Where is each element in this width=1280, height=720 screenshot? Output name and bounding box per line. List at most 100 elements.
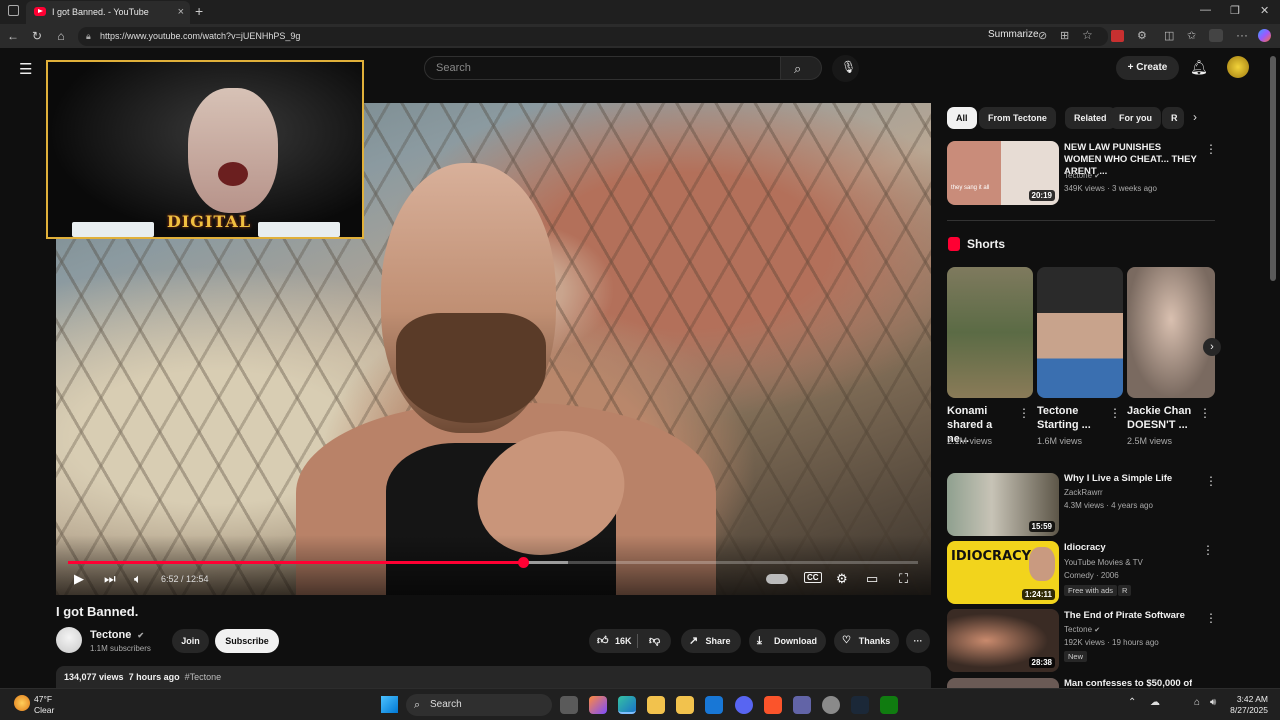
thanks-button[interactable]: ♡ Thanks	[834, 629, 899, 653]
create-button[interactable]: + Create	[1116, 56, 1179, 80]
share-button[interactable]: ↗ Share	[681, 629, 741, 653]
minimize-icon[interactable]: —	[1200, 4, 1211, 16]
weather-icon[interactable]	[14, 695, 30, 711]
search-input[interactable]: Search	[424, 56, 781, 80]
refresh-icon[interactable]: ↻	[29, 28, 45, 44]
short-title-3[interactable]: Jackie Chan DOESN'T ...	[1127, 404, 1199, 432]
store-icon[interactable]	[676, 696, 694, 714]
chip-r[interactable]: R	[1162, 107, 1184, 129]
taskbar-date[interactable]: 8/27/2025	[1222, 705, 1268, 715]
file-explorer-icon[interactable]	[647, 696, 665, 714]
short-menu-icon[interactable]: ⋮	[1109, 406, 1121, 420]
short-thumbnail-1[interactable]	[947, 267, 1033, 398]
rec-title-2[interactable]: Idiocracy	[1064, 542, 1106, 554]
home-icon[interactable]: ⌂	[53, 28, 69, 44]
rec-title-4[interactable]: Man confesses to $50,000 of	[1064, 678, 1192, 688]
item-menu-icon[interactable]: ⋮	[1202, 543, 1214, 557]
search-button[interactable]: ⌕	[781, 56, 822, 80]
favorites-icon[interactable]: ✩	[1187, 29, 1196, 42]
chip-all[interactable]: All	[947, 107, 977, 129]
channel-name[interactable]: Tectone ✔	[90, 629, 144, 641]
copilot-app-icon[interactable]	[589, 696, 607, 714]
short-thumbnail-3[interactable]	[1127, 267, 1215, 398]
fullscreen-icon[interactable]: ⛶	[899, 571, 908, 587]
teams-icon[interactable]	[793, 696, 811, 714]
rec-channel-3[interactable]: Tectone ✔	[1064, 625, 1100, 634]
theater-mode-icon[interactable]: ▭	[866, 571, 878, 587]
network-icon[interactable]: ⌂	[1194, 697, 1200, 708]
extensions-icon[interactable]: ⚙	[1137, 29, 1147, 42]
like-icon[interactable]: 👍︎	[597, 629, 609, 653]
extension-icon[interactable]	[1111, 30, 1124, 42]
discord-icon[interactable]	[735, 696, 753, 714]
rec-title-1[interactable]: Why I Live a Simple Life	[1064, 473, 1172, 485]
weather-temp[interactable]: 47°F	[34, 694, 52, 704]
short-thumbnail-2[interactable]	[1037, 267, 1123, 398]
top-item-channel[interactable]: Tectone ✔	[1064, 171, 1100, 180]
browser-tab-active[interactable]: I got Banned. - YouTube ×	[26, 1, 190, 24]
like-count[interactable]: 16K	[615, 629, 632, 653]
split-screen-icon[interactable]: ◫	[1164, 29, 1174, 42]
copilot-icon[interactable]	[1258, 29, 1271, 42]
hamburger-menu-icon[interactable]: ☰	[19, 60, 32, 78]
channel-avatar[interactable]	[56, 627, 82, 653]
edge-browser-icon[interactable]	[618, 696, 636, 714]
steam-icon[interactable]	[851, 696, 869, 714]
shorts-next-chevron-icon[interactable]: ›	[1203, 338, 1221, 356]
top-item-thumbnail[interactable]: they sang it all 20:19	[947, 141, 1059, 205]
short-title-2[interactable]: Tectone Starting ...	[1037, 404, 1107, 432]
account-avatar[interactable]	[1227, 56, 1249, 78]
short-menu-icon[interactable]: ⋮	[1199, 406, 1211, 420]
rec-thumbnail-4[interactable]	[947, 678, 1059, 688]
favorite-star-icon[interactable]: ☆	[1082, 28, 1093, 42]
item-menu-icon[interactable]: ⋮	[1205, 142, 1217, 156]
task-view-icon[interactable]	[560, 696, 578, 714]
scrubber-handle[interactable]	[518, 557, 529, 568]
hashtag-link[interactable]: #Tectone	[185, 672, 222, 682]
autoplay-toggle[interactable]	[766, 574, 788, 584]
join-button[interactable]: Join	[172, 629, 209, 653]
close-tab-icon[interactable]: ×	[178, 1, 184, 23]
brave-icon[interactable]	[764, 696, 782, 714]
rec-thumbnail-3[interactable]: 28:38	[947, 609, 1059, 672]
next-icon[interactable]: ⏭︎	[104, 571, 116, 587]
short-menu-icon[interactable]: ⋮	[1018, 406, 1030, 420]
settings-gear-icon[interactable]: ⚙	[836, 571, 848, 587]
page-scrollbar[interactable]	[1270, 56, 1276, 281]
play-icon[interactable]: ▶	[74, 571, 84, 587]
chip-related[interactable]: Related	[1065, 107, 1116, 129]
volume-icon[interactable]: 🔈︎	[134, 571, 142, 587]
onedrive-icon[interactable]: ☁	[1150, 697, 1160, 708]
download-button[interactable]: ⤓ Download	[749, 629, 826, 653]
windows-start-icon[interactable]	[381, 696, 398, 713]
dislike-icon[interactable]: 👎︎	[649, 629, 660, 653]
subscribe-button[interactable]: Subscribe	[215, 629, 279, 653]
chip-for-you[interactable]: For you	[1110, 107, 1161, 129]
progress-bar[interactable]	[68, 557, 918, 568]
item-menu-icon[interactable]: ⋮	[1205, 474, 1217, 488]
profile-icon[interactable]	[1209, 29, 1223, 42]
speaker-icon[interactable]: 🔊︎	[1210, 697, 1216, 708]
notifications-bell-icon[interactable]: 🔔︎	[1190, 59, 1208, 76]
description-box[interactable]: 134,077 views 7 hours ago #Tectone	[56, 666, 931, 688]
voice-search-button[interactable]: 🎙︎	[832, 55, 859, 82]
taskbar-search[interactable]: ⌕ Search	[406, 694, 552, 716]
xbox-icon[interactable]	[880, 696, 898, 714]
taskbar-time[interactable]: 3:42 AM	[1228, 694, 1268, 704]
rec-thumbnail-1[interactable]: 15:59	[947, 473, 1059, 536]
maximize-icon[interactable]: ❐	[1230, 4, 1240, 17]
summarize-button[interactable]: Summarize	[988, 29, 1039, 40]
url-field[interactable]: 🔒︎ https://www.youtube.com/watch?v=jUENH…	[78, 27, 1108, 46]
rec-title-3[interactable]: The End of Pirate Software	[1064, 610, 1185, 622]
new-tab-button[interactable]: +	[195, 3, 203, 19]
subtitles-icon[interactable]: CC	[804, 572, 822, 583]
back-icon[interactable]: ←	[5, 28, 21, 44]
settings-app-icon[interactable]	[822, 696, 840, 714]
close-window-icon[interactable]: ✕	[1260, 4, 1269, 17]
item-menu-icon[interactable]: ⋮	[1205, 611, 1217, 625]
tray-chevron-icon[interactable]: ⌃	[1128, 697, 1136, 708]
outlook-icon[interactable]	[705, 696, 723, 714]
rec-channel-2[interactable]: YouTube Movies & TV	[1064, 558, 1143, 567]
read-aloud-icon[interactable]: ⊘	[1038, 29, 1047, 42]
more-menu-icon[interactable]: ···	[1236, 28, 1248, 42]
